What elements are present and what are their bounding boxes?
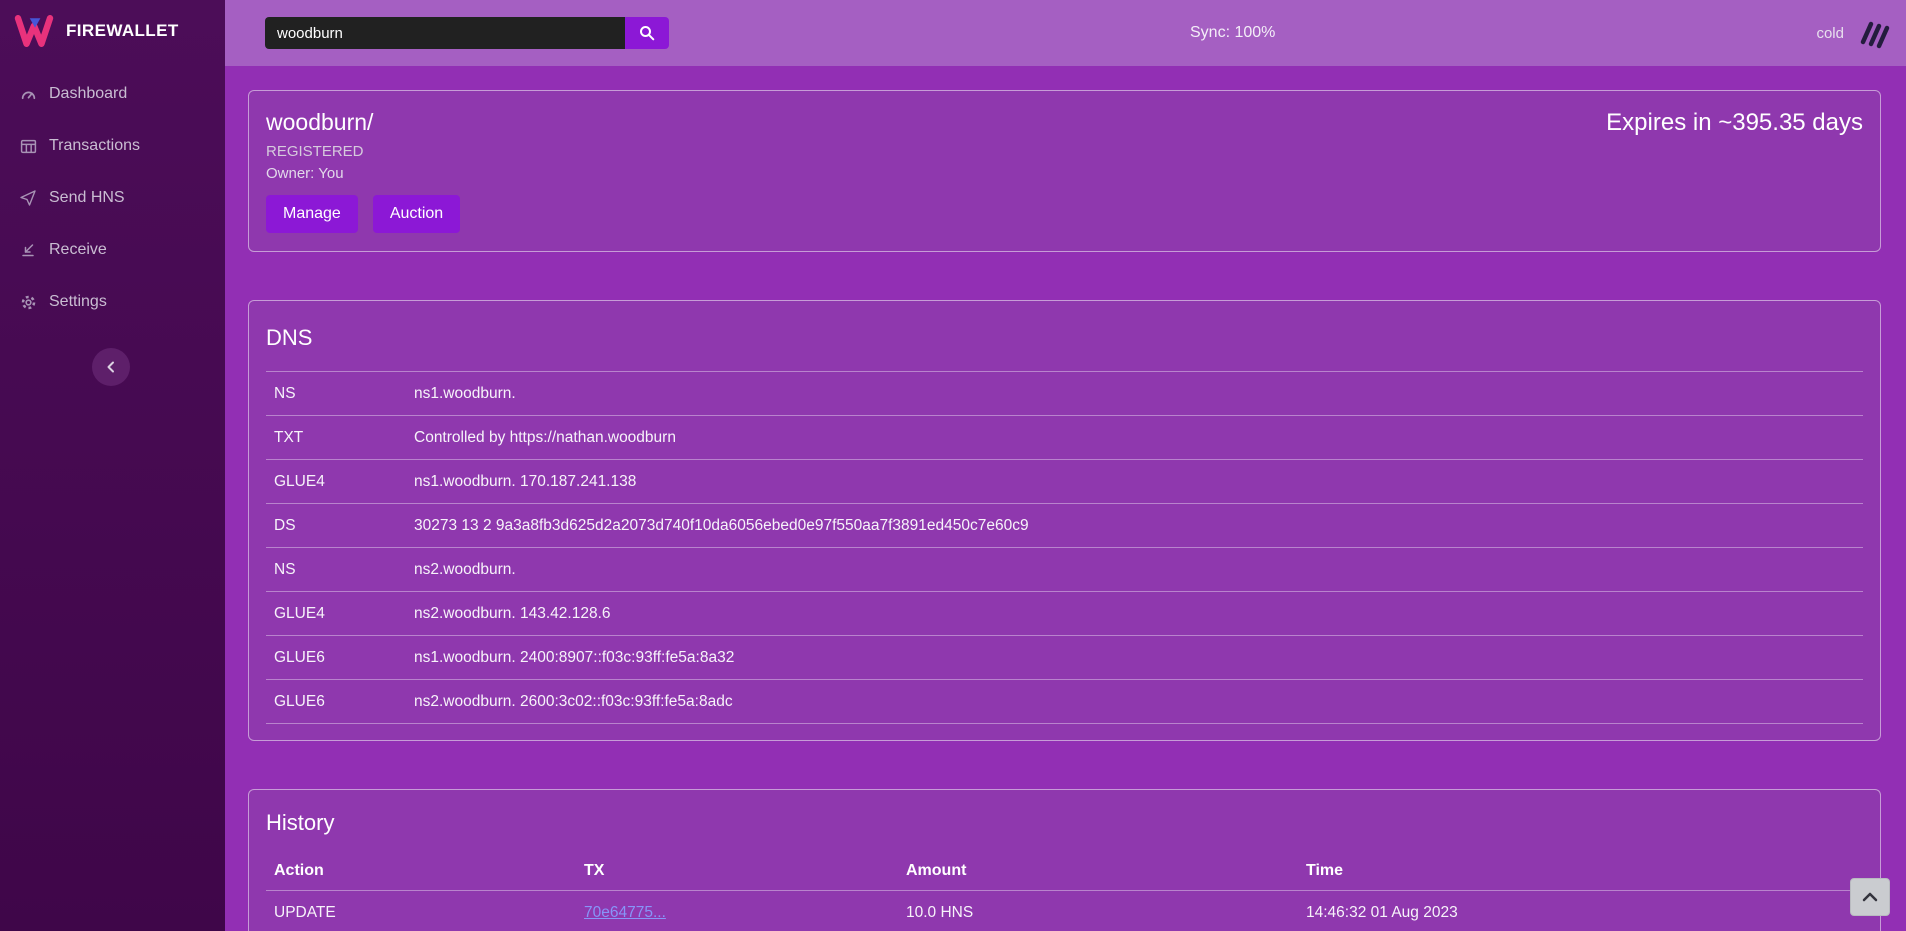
dns-record-type: NS bbox=[266, 372, 406, 416]
transactions-icon bbox=[20, 138, 38, 155]
brand[interactable]: FIREWALLET bbox=[0, 0, 225, 62]
dns-record-value: ns1.woodburn. 170.187.241.138 bbox=[406, 460, 1863, 504]
history-amount-cell: 10.0 HNS bbox=[898, 891, 1298, 931]
sidebar-item-label: Dashboard bbox=[49, 85, 127, 103]
sidebar-item-label: Transactions bbox=[49, 137, 140, 155]
dns-record-value: ns1.woodburn. 2400:8907::f03c:93ff:fe5a:… bbox=[406, 636, 1863, 680]
history-header-amount: Amount bbox=[898, 852, 1298, 891]
dns-record-type: NS bbox=[266, 548, 406, 592]
sidebar-item-transactions[interactable]: Transactions bbox=[0, 120, 225, 172]
dns-record-row: GLUE4 ns2.woodburn. 143.42.128.6 bbox=[266, 592, 1863, 636]
receive-icon bbox=[20, 242, 38, 258]
dns-record-row: NS ns2.woodburn. bbox=[266, 548, 1863, 592]
wallet-mode-label: cold bbox=[1816, 25, 1844, 42]
dns-record-value: ns2.woodburn. bbox=[406, 548, 1863, 592]
sidebar-item-receive[interactable]: Receive bbox=[0, 224, 225, 276]
manage-button[interactable]: Manage bbox=[266, 195, 358, 233]
dns-record-value: 30273 13 2 9a3a8fb3d625d2a2073d740f10da6… bbox=[406, 504, 1863, 548]
search-group bbox=[265, 17, 669, 49]
chevron-left-icon bbox=[104, 360, 118, 374]
brand-name: FIREWALLET bbox=[66, 21, 179, 41]
settings-icon bbox=[20, 294, 38, 311]
dns-record-value: ns2.woodburn. 143.42.128.6 bbox=[406, 592, 1863, 636]
scroll-to-top-button[interactable] bbox=[1850, 878, 1890, 916]
dns-record-row: GLUE6 ns2.woodburn. 2600:3c02::f03c:93ff… bbox=[266, 680, 1863, 724]
sync-status: Sync: 100% bbox=[1190, 24, 1275, 42]
search-icon bbox=[639, 25, 655, 41]
history-header-time: Time bbox=[1298, 852, 1863, 891]
dns-record-type: GLUE4 bbox=[266, 592, 406, 636]
sidebar: FIREWALLET Dashboard Transactions bbox=[0, 0, 225, 931]
history-table: Action TX Amount Time UPDATE 70e64775...… bbox=[266, 852, 1863, 931]
sidebar-item-send-hns[interactable]: Send HNS bbox=[0, 172, 225, 224]
dashboard-icon bbox=[20, 86, 38, 103]
dns-record-row: DS 30273 13 2 9a3a8fb3d625d2a2073d740f10… bbox=[266, 504, 1863, 548]
tx-link[interactable]: 70e64775... bbox=[584, 904, 666, 921]
dns-record-type: DS bbox=[266, 504, 406, 548]
page-title: woodburn/ bbox=[266, 109, 373, 135]
history-action-cell: UPDATE bbox=[266, 891, 576, 931]
expiry-text: Expires in ~395.35 days bbox=[1606, 109, 1863, 137]
chevron-up-icon bbox=[1861, 891, 1879, 903]
status-text: REGISTERED bbox=[266, 143, 1863, 160]
topbar: Sync: 100% cold bbox=[225, 0, 1906, 66]
dns-record-row: GLUE6 ns1.woodburn. 2400:8907::f03c:93ff… bbox=[266, 636, 1863, 680]
domain-card: woodburn/ Expires in ~395.35 days REGIST… bbox=[248, 90, 1881, 252]
cold-wallet-icon[interactable] bbox=[1854, 17, 1892, 49]
search-button[interactable] bbox=[625, 17, 669, 49]
auction-button[interactable]: Auction bbox=[373, 195, 460, 233]
history-card-title: History bbox=[266, 810, 1863, 836]
dns-card-title: DNS bbox=[266, 325, 1863, 351]
dns-record-type: GLUE6 bbox=[266, 680, 406, 724]
firewallet-logo bbox=[14, 15, 54, 47]
dns-record-row: NS ns1.woodburn. bbox=[266, 372, 1863, 416]
dns-card: DNS NS ns1.woodburn. TXT Controlled by h… bbox=[248, 300, 1881, 741]
dns-record-row: TXT Controlled by https://nathan.woodbur… bbox=[266, 416, 1863, 460]
history-time-cell: 14:46:32 01 Aug 2023 bbox=[1298, 891, 1863, 931]
send-icon bbox=[20, 190, 38, 206]
main-content: woodburn/ Expires in ~395.35 days REGIST… bbox=[225, 66, 1906, 931]
dns-record-type: TXT bbox=[266, 416, 406, 460]
sidebar-item-label: Receive bbox=[49, 241, 107, 259]
sidebar-item-label: Send HNS bbox=[49, 189, 125, 207]
dns-record-value: Controlled by https://nathan.woodburn bbox=[406, 416, 1863, 460]
sidebar-item-settings[interactable]: Settings bbox=[0, 276, 225, 328]
history-tx-cell: 70e64775... bbox=[576, 891, 898, 931]
dns-record-value: ns2.woodburn. 2600:3c02::f03c:93ff:fe5a:… bbox=[406, 680, 1863, 724]
wallet-mode-indicator: cold bbox=[1816, 17, 1892, 49]
dns-record-value: ns1.woodburn. bbox=[406, 372, 1863, 416]
sidebar-collapse-button[interactable] bbox=[92, 348, 130, 386]
search-input[interactable] bbox=[265, 17, 625, 49]
dns-table: NS ns1.woodburn. TXT Controlled by https… bbox=[266, 371, 1863, 724]
owner-text: Owner: You bbox=[266, 165, 1863, 182]
history-header-tx: TX bbox=[576, 852, 898, 891]
history-header-action: Action bbox=[266, 852, 576, 891]
sidebar-item-dashboard[interactable]: Dashboard bbox=[0, 68, 225, 120]
history-card: History Action TX Amount Time UPDATE 70e… bbox=[248, 789, 1881, 931]
dns-record-type: GLUE6 bbox=[266, 636, 406, 680]
dns-record-type: GLUE4 bbox=[266, 460, 406, 504]
sidebar-nav: Dashboard Transactions Send HNS bbox=[0, 68, 225, 328]
sidebar-item-label: Settings bbox=[49, 293, 107, 311]
history-row: UPDATE 70e64775... 10.0 HNS 14:46:32 01 … bbox=[266, 891, 1863, 931]
dns-record-row: GLUE4 ns1.woodburn. 170.187.241.138 bbox=[266, 460, 1863, 504]
